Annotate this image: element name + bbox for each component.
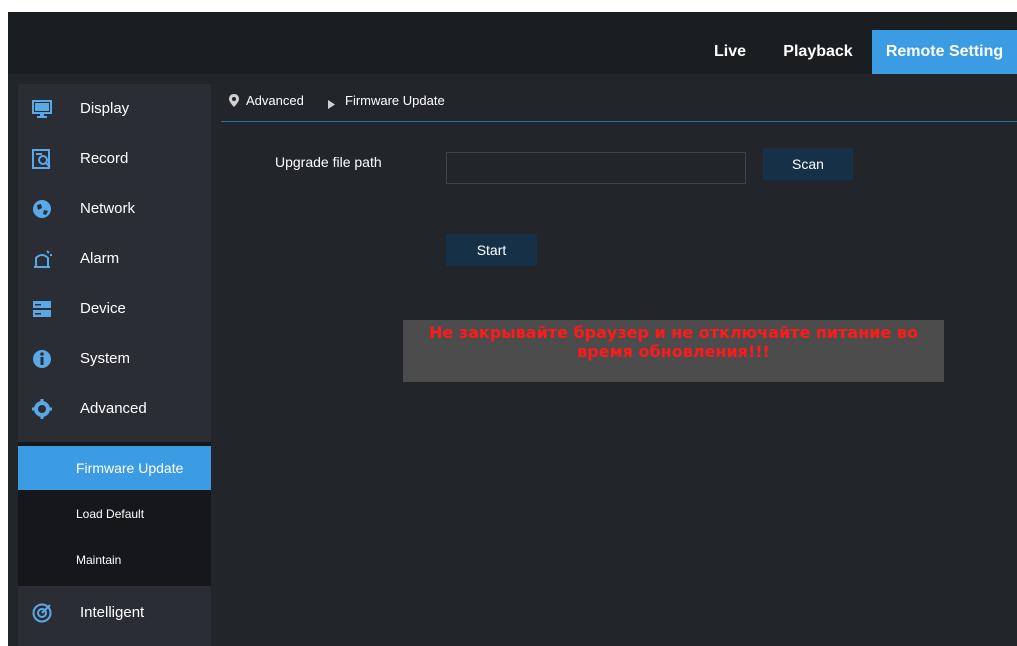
- warning-line-2: время обновления!!!: [577, 342, 770, 361]
- sidebar-item-label: System: [80, 350, 131, 367]
- sidebar-item-device[interactable]: Device: [18, 284, 211, 334]
- sidebar-item-label: Device: [80, 300, 126, 317]
- gear-icon: [32, 399, 52, 419]
- upgrade-file-path-input[interactable]: [446, 152, 746, 184]
- app-window: Live Playback Remote Setting Display Rec…: [8, 12, 1017, 646]
- warning-line-1: Не закрывайте браузер и не отключайте пи…: [428, 323, 919, 342]
- sidebar-item-alarm[interactable]: Alarm: [18, 234, 211, 284]
- submenu-load-default[interactable]: Load Default: [18, 492, 211, 536]
- breadcrumb: Advanced Firmware Update: [221, 84, 1017, 122]
- nav-live[interactable]: Live: [698, 30, 762, 74]
- alarm-icon: [32, 249, 52, 269]
- sidebar-item-record[interactable]: Record: [18, 134, 211, 184]
- network-icon: [32, 199, 52, 219]
- nav-remote-setting[interactable]: Remote Setting: [872, 30, 1017, 74]
- start-button[interactable]: Start: [446, 234, 537, 266]
- sidebar-item-label: Intelligent: [80, 604, 145, 621]
- sidebar-item-label: Alarm: [80, 250, 120, 267]
- warning-message: Не закрывайте браузер и не отключайте пи…: [403, 320, 944, 382]
- main-content: Advanced Firmware Update Upgrade file pa…: [221, 84, 1017, 646]
- sidebar-item-label: Display: [80, 100, 130, 117]
- sidebar-item-label: Advanced: [80, 400, 147, 417]
- sidebar-item-intelligent[interactable]: Intelligent: [18, 588, 211, 638]
- info-icon: [32, 349, 52, 369]
- top-nav-bar: Live Playback Remote Setting: [8, 12, 1017, 74]
- sidebar-item-label: Network: [80, 200, 136, 217]
- monitor-icon: [32, 99, 52, 119]
- sidebar-item-system[interactable]: System: [18, 334, 211, 384]
- submenu-firmware-update[interactable]: Firmware Update: [18, 446, 211, 490]
- sidebar-item-display[interactable]: Display: [18, 84, 211, 134]
- location-pin-icon: [229, 94, 239, 112]
- sidebar: Display Record Network Alarm Device Syst…: [18, 84, 211, 646]
- scan-button[interactable]: Scan: [763, 148, 853, 180]
- device-icon: [32, 299, 52, 319]
- submenu-maintain[interactable]: Maintain: [18, 538, 211, 582]
- sidebar-item-advanced[interactable]: Advanced: [18, 384, 211, 434]
- sidebar-item-label: Record: [80, 150, 129, 167]
- chevron-right-icon: [328, 96, 335, 114]
- nav-playback[interactable]: Playback: [770, 30, 866, 74]
- upgrade-file-path-label: Upgrade file path: [275, 154, 382, 170]
- sidebar-item-network[interactable]: Network: [18, 184, 211, 234]
- breadcrumb-parent: Advanced: [246, 93, 304, 108]
- record-icon: [32, 149, 52, 169]
- breadcrumb-current: Firmware Update: [345, 93, 445, 108]
- advanced-submenu: Firmware Update Load Default Maintain: [18, 442, 211, 586]
- intelligent-icon: [32, 603, 52, 623]
